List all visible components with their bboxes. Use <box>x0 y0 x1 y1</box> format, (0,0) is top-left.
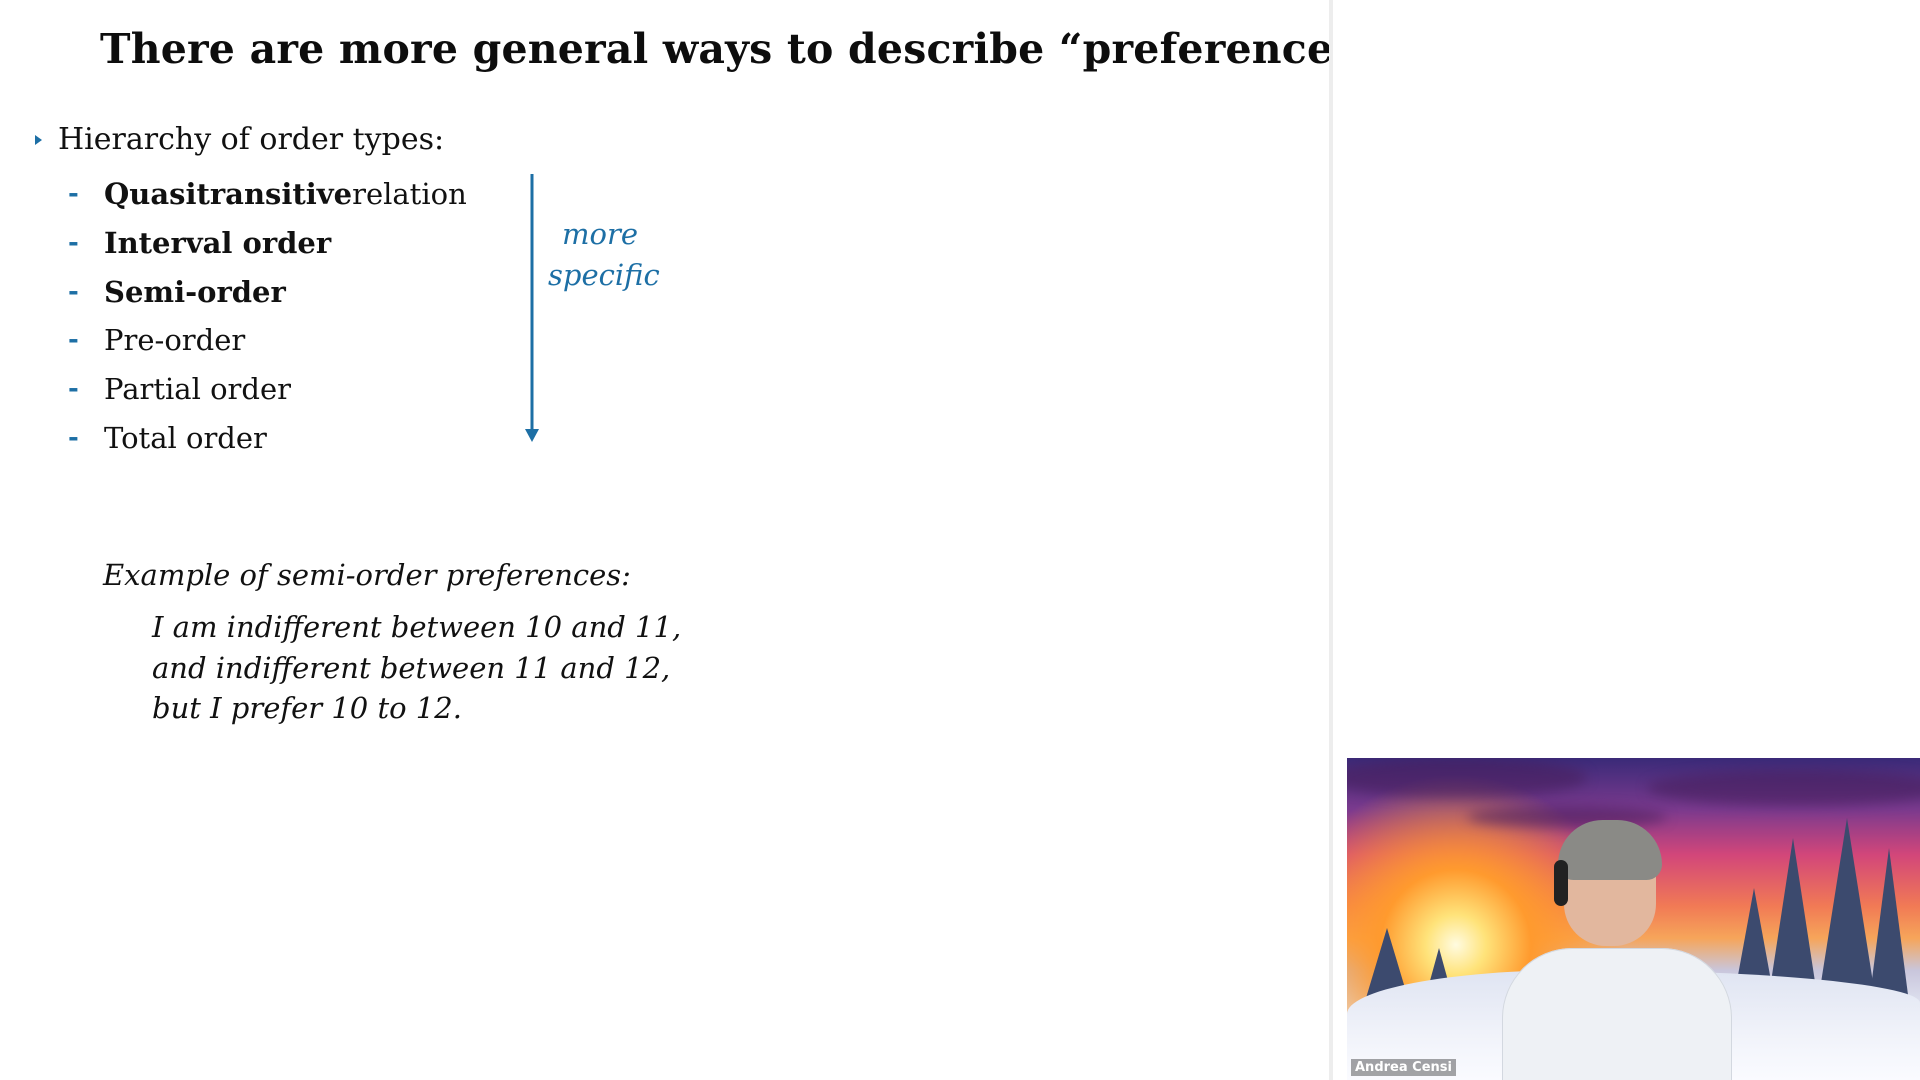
arrow-label-line2: specific <box>548 258 660 292</box>
order-type-bold: Quasitransitive <box>104 177 353 212</box>
list-item: - Pre-order <box>68 316 467 365</box>
order-type-rest: relation <box>352 177 467 212</box>
participant-video[interactable]: Andrea Censi <box>1347 758 1920 1080</box>
dash-marker: - <box>68 179 79 210</box>
dash-marker: - <box>68 374 79 405</box>
example-body: I am indifferent between 10 and 11, and … <box>152 607 681 729</box>
dash-marker: - <box>68 276 79 307</box>
participant-person <box>1502 820 1732 1080</box>
order-type-rest: Pre-order <box>104 323 246 358</box>
dash-marker: - <box>68 325 79 356</box>
example-line: I am indifferent between 10 and 11, <box>152 610 682 644</box>
person-torso <box>1502 948 1732 1080</box>
arrow-label-line1: more <box>562 217 638 251</box>
order-type-rest: Total order <box>104 420 267 455</box>
bullet-triangle-icon <box>35 134 42 145</box>
arrow-label: more specific <box>548 214 660 296</box>
order-type-rest: Partial order <box>104 372 291 407</box>
order-type-bold: Semi-order <box>104 274 286 309</box>
example-heading: Example of semi-order preferences: <box>103 558 631 592</box>
slide: There are more general ways to describe … <box>0 0 1380 1080</box>
list-item: - Interval order <box>68 219 467 268</box>
list-item: - Quasitransitive relation <box>68 170 467 219</box>
cloud-shape <box>1647 770 1920 806</box>
slide-title: There are more general ways to describe … <box>100 25 1381 73</box>
list-item: - Semi-order <box>68 267 467 316</box>
order-types-list: - Quasitransitive relation - Interval or… <box>68 170 467 462</box>
order-type-bold: Interval order <box>104 226 332 261</box>
headset-icon <box>1554 860 1568 906</box>
participant-name: Andrea Censi <box>1351 1059 1456 1076</box>
list-item: - Total order <box>68 413 467 462</box>
dash-marker: - <box>68 422 79 453</box>
list-item: - Partial order <box>68 365 467 414</box>
example-line: and indifferent between 11 and 12, <box>152 650 671 685</box>
example-line: but I prefer 10 to 12. <box>152 691 462 725</box>
down-arrow-icon <box>525 174 539 442</box>
person-hair <box>1558 820 1662 880</box>
bullet-text: Hierarchy of order types: <box>58 122 445 157</box>
cloud-shape <box>1347 758 1587 798</box>
dash-marker: - <box>68 228 79 259</box>
bullet-hierarchy: Hierarchy of order types: <box>35 122 444 157</box>
